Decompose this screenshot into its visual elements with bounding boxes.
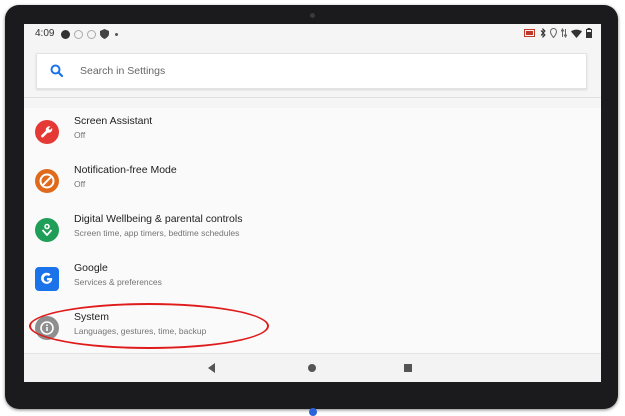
bluetooth-icon xyxy=(540,28,546,38)
location-icon xyxy=(550,28,557,38)
home-icon[interactable] xyxy=(305,361,319,375)
data-arrows-icon xyxy=(561,28,567,38)
setting-subtitle: Off xyxy=(74,130,86,140)
back-icon[interactable] xyxy=(205,361,219,375)
status-time: 4:09 xyxy=(35,28,55,39)
setting-title: Screen Assistant xyxy=(74,115,153,127)
wrench-icon xyxy=(35,120,59,144)
settings-item-notification-free-mode[interactable]: Notification-free Mode Off xyxy=(24,164,601,217)
battery-saver-icon xyxy=(524,29,535,37)
small-dot-icon xyxy=(115,32,118,36)
status-bar: 4:09 xyxy=(24,24,601,44)
no-entry-icon xyxy=(35,169,59,193)
settings-item-screen-assistant[interactable]: Screen Assistant Off xyxy=(24,115,601,168)
highlight-ellipse xyxy=(29,303,269,349)
wifi-icon xyxy=(571,29,582,38)
search-icon[interactable] xyxy=(49,63,65,79)
settings-hollow-icon xyxy=(87,29,96,39)
circle-icon xyxy=(61,29,70,39)
heart-person-icon xyxy=(35,218,59,242)
indicator-dot xyxy=(309,408,317,416)
divider xyxy=(24,97,601,98)
camera-icon xyxy=(310,13,315,18)
recents-icon[interactable] xyxy=(401,361,415,375)
status-left-icons xyxy=(61,29,118,39)
navigation-bar xyxy=(24,353,601,382)
status-right-icons xyxy=(524,28,592,38)
settings-item-digital-wellbeing[interactable]: Digital Wellbeing & parental controls Sc… xyxy=(24,213,601,266)
search-bar[interactable]: Search in Settings xyxy=(36,53,587,89)
search-input[interactable]: Search in Settings xyxy=(80,65,165,77)
google-g-icon xyxy=(35,267,59,291)
settings-hollow-icon xyxy=(74,29,83,39)
setting-title: Google xyxy=(74,262,108,274)
setting-subtitle: Off xyxy=(74,179,86,189)
setting-title: Digital Wellbeing & parental controls xyxy=(74,213,243,225)
shield-icon xyxy=(100,29,109,39)
setting-subtitle: Screen time, app timers, bedtime schedul… xyxy=(74,228,240,238)
setting-subtitle: Services & preferences xyxy=(74,277,162,287)
battery-icon xyxy=(586,28,592,38)
setting-title: Notification-free Mode xyxy=(74,164,177,176)
